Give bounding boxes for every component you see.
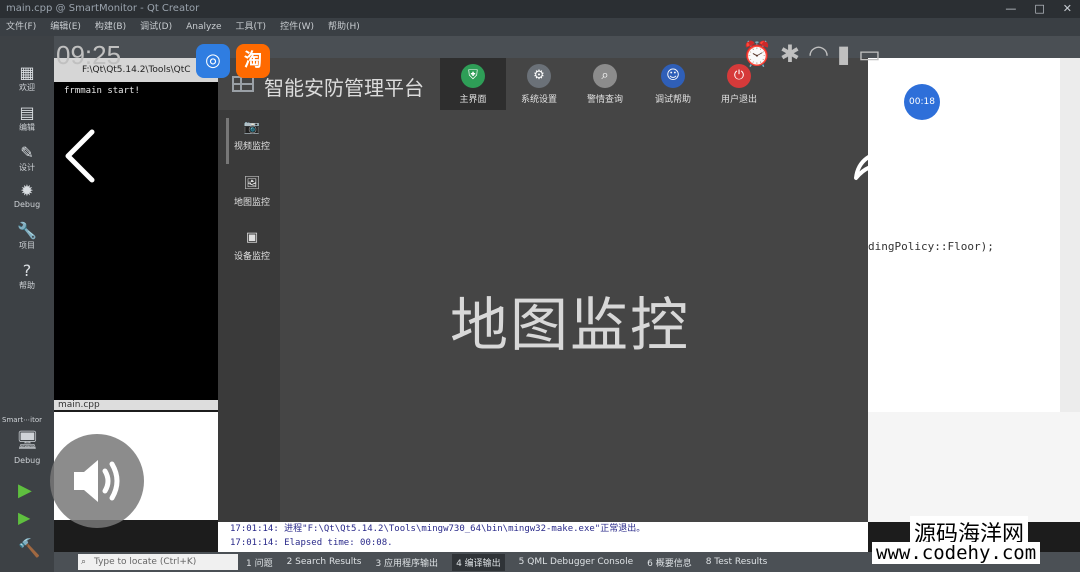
menu-item[interactable]: 文件(F) [6, 18, 36, 36]
mode-label: Debug [13, 200, 41, 209]
bug-icon: ✹ [20, 181, 34, 200]
output-tab[interactable]: 3 应用程序输出 [375, 556, 438, 569]
nav-button[interactable]: ⚙ 系统设置 [506, 58, 572, 110]
kit-selector-project[interactable]: Smart⋯itor [2, 416, 42, 424]
sidebar [218, 110, 280, 522]
grid-icon [232, 76, 254, 92]
sidebar-item[interactable]: 🖼 地图监控 [226, 176, 278, 208]
wrench-icon: 🔧 [17, 221, 37, 240]
camera-icon: 📷 [243, 120, 261, 135]
window-controls[interactable]: — □ ✕ [1005, 0, 1072, 18]
menu-item[interactable]: 工具(T) [236, 18, 267, 36]
output-tab[interactable]: 1 问题 [246, 556, 273, 569]
side-panel-lower [868, 412, 1080, 522]
nav-label: 调试帮助 [654, 95, 691, 105]
run-icon[interactable]: ▶ [18, 480, 32, 501]
search-icon: ⌕ [593, 64, 617, 88]
editor-scrollbar[interactable] [1060, 58, 1080, 412]
code-editor[interactable] [868, 58, 1060, 412]
signal-icon: ▮ [836, 40, 859, 68]
help-icon: ? [22, 261, 32, 280]
sidebar-label: 地图监控 [233, 198, 270, 208]
shield-icon: ⛨ [461, 64, 485, 88]
window-title: main.cpp @ SmartMonitor - Qt Creator [0, 0, 1080, 18]
kit-selector-config[interactable]: Debug [14, 456, 40, 465]
menu-item[interactable]: 控件(W) [280, 18, 314, 36]
nav-button[interactable]: ☺ 调试帮助 [640, 58, 706, 110]
app-title: 智能安防管理平台 [264, 76, 424, 100]
nav-button[interactable]: ⛨ 主界面 [440, 58, 506, 110]
speaker-icon [74, 460, 120, 502]
minimize-icon[interactable]: — [1005, 0, 1016, 18]
mode-4[interactable]: 🔧 项目 [0, 222, 54, 251]
content-title: 地图监控 [449, 291, 690, 359]
mode-label: 欢迎 [19, 83, 35, 92]
nav-button[interactable]: ⌕ 警情查询 [572, 58, 638, 110]
nav-label: 系统设置 [520, 95, 557, 105]
watermark-url: www.codehy.com [872, 542, 1041, 564]
back-arrow-icon[interactable] [62, 128, 102, 184]
mode-label: 设计 [19, 163, 35, 172]
wifi-icon: ◠ [808, 40, 837, 68]
mode-3[interactable]: ✹ Debug [0, 181, 54, 210]
recording-timer[interactable]: 00:18 [904, 84, 940, 120]
output-tab[interactable]: 8 Test Results [706, 557, 768, 567]
browser-icon[interactable]: ◎ [196, 44, 230, 78]
edit-icon: ▤ [19, 103, 35, 122]
share-icon[interactable] [850, 132, 914, 184]
bluetooth-icon: ✱ [779, 40, 808, 68]
output-tab[interactable]: 5 QML Debugger Console [519, 557, 633, 567]
nav-label: 用户退出 [720, 95, 757, 105]
nav-label: 警情查询 [586, 95, 623, 105]
menu-item[interactable]: 编辑(E) [50, 18, 81, 36]
nav-label: 主界面 [459, 95, 487, 105]
phone-clock: 09:25 [56, 40, 122, 70]
compile-line: 17:01:14: 进程"F:\Qt\Qt5.14.2\Tools\mingw7… [230, 524, 646, 534]
close-icon[interactable]: ✕ [1063, 0, 1072, 18]
gear-icon: ⚙ [527, 64, 551, 88]
open-file-label[interactable]: main.cpp [54, 400, 218, 410]
output-tab[interactable]: 2 Search Results [287, 557, 362, 567]
maximize-icon[interactable]: □ [1034, 0, 1044, 18]
battery-icon: ▭ [858, 40, 889, 68]
console-text: frmmain start! [64, 86, 140, 96]
volume-button[interactable] [50, 434, 144, 528]
mode-0[interactable]: ▦ 欢迎 [0, 64, 54, 93]
device-icon: ▣ [245, 230, 259, 245]
pencil-icon: ✎ [20, 143, 34, 162]
mode-1[interactable]: ▤ 编辑 [0, 104, 54, 133]
menu-item[interactable]: 构建(B) [95, 18, 126, 36]
menu-item[interactable]: Analyze [186, 18, 221, 36]
code-line: dingPolicy::Floor); [868, 240, 994, 253]
locate-placeholder: Type to locate (Ctrl+K) [94, 557, 197, 567]
output-tab[interactable]: 6 概要信息 [647, 556, 692, 569]
mode-2[interactable]: ✎ 设计 [0, 144, 54, 173]
build-hammer-icon[interactable]: 🔨 [18, 538, 40, 559]
menu-item[interactable]: 帮助(H) [328, 18, 360, 36]
menu-bar: 文件(F) 编辑(E) 构建(B) 调试(D) Analyze 工具(T) 控件(W) 帮助(… [0, 18, 1080, 36]
taobao-icon[interactable]: 淘 [236, 44, 270, 78]
compile-output: 17:01:14: 进程"F:\Qt\Qt5.14.2\Tools\mingw7… [218, 520, 868, 552]
mode-label: 帮助 [19, 281, 35, 290]
locate-input[interactable]: ⌕ Type to locate (Ctrl+K) [78, 554, 238, 570]
mode-5[interactable]: ? 帮助 [0, 262, 54, 291]
more-icon[interactable] [970, 148, 1023, 159]
sidebar-item[interactable]: ▣ 设备监控 [226, 230, 278, 262]
sidebar-label: 设备监控 [233, 252, 270, 262]
menu-item[interactable]: 调试(D) [140, 18, 172, 36]
alarm-icon: ⏰ [742, 40, 780, 68]
phone-status-icons: ⏰✱◠▮▭ [742, 40, 889, 68]
search-icon: ⌕ [81, 557, 87, 567]
accessibility-icon: ☺ [661, 64, 685, 88]
monitor-icon[interactable]: 🖥 [16, 430, 39, 451]
debug-run-icon[interactable]: ▶ [18, 508, 30, 527]
grid-icon: ▦ [19, 63, 35, 82]
sidebar-label: 视频监控 [233, 142, 270, 152]
image-icon: 🖼 [243, 176, 261, 191]
compile-line: 17:01:14: Elapsed time: 00:08. [230, 538, 393, 548]
mode-label: 项目 [19, 241, 35, 250]
mode-label: 编辑 [19, 123, 35, 132]
output-tab-active[interactable]: 4 编译输出 [452, 553, 505, 571]
sidebar-item[interactable]: 📷 视频监控 [226, 120, 278, 152]
